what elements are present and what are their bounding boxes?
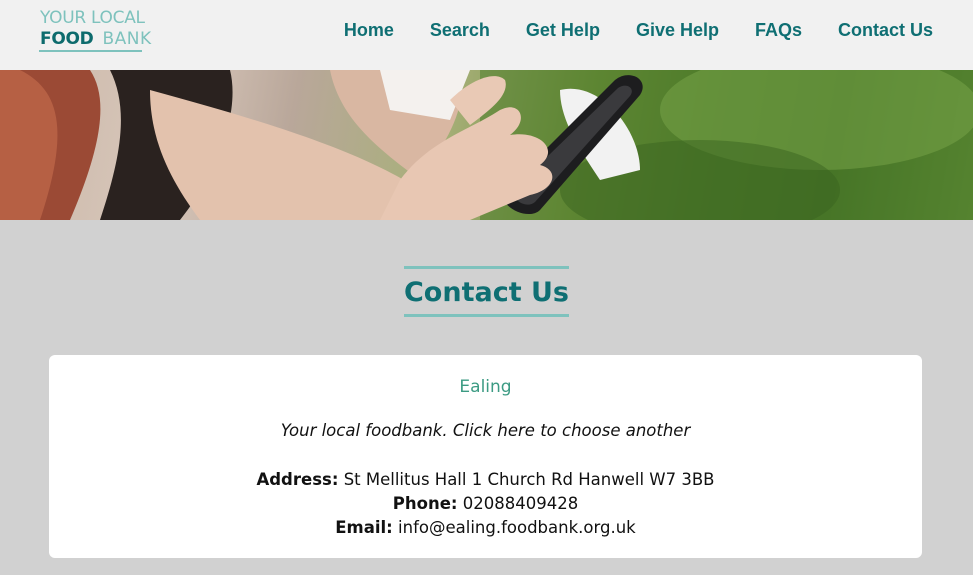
- site-header: YOUR LOCAL FOOD BANK Home Search Get Help…: [0, 0, 973, 70]
- address-line: Address: St Mellitus Hall 1 Church Rd Ha…: [49, 468, 922, 492]
- phone-value[interactable]: 02088409428: [463, 494, 578, 513]
- email-value[interactable]: info@ealing.foodbank.org.uk: [398, 518, 636, 537]
- logo-underline: [39, 50, 142, 52]
- page-title: Contact Us: [403, 266, 570, 317]
- foodbank-contact-card: Ealing Your local foodbank. Click here t…: [49, 355, 922, 558]
- page-title-wrapper: Contact Us: [0, 266, 973, 317]
- logo-text-top: YOUR LOCAL: [40, 8, 145, 28]
- logo-text-bank: BANK: [102, 29, 152, 49]
- nav-search[interactable]: Search: [430, 19, 490, 41]
- phone-label: Phone:: [392, 494, 458, 513]
- nav-faqs[interactable]: FAQs: [755, 19, 802, 41]
- hero-image: [0, 70, 973, 220]
- hero-photo-illustration: [0, 70, 973, 220]
- site-logo[interactable]: YOUR LOCAL FOOD BANK: [39, 7, 151, 53]
- main-nav: Home Search Get Help Give Help FAQs Cont…: [308, 19, 933, 41]
- nav-home[interactable]: Home: [344, 19, 394, 41]
- phone-line: Phone: 02088409428: [49, 492, 922, 516]
- email-line: Email: info@ealing.foodbank.org.uk: [49, 516, 922, 540]
- nav-contact-us[interactable]: Contact Us: [838, 19, 933, 41]
- nav-give-help[interactable]: Give Help: [636, 19, 719, 41]
- foodbank-name: Ealing: [459, 377, 512, 397]
- logo-text-food: FOOD: [40, 29, 94, 49]
- address-label: Address:: [256, 470, 339, 489]
- address-value: St Mellitus Hall 1 Church Rd Hanwell W7 …: [343, 470, 715, 489]
- nav-get-help[interactable]: Get Help: [526, 19, 600, 41]
- logo-text-bottom: FOOD BANK: [40, 30, 152, 48]
- choose-foodbank-link[interactable]: Your local foodbank. Click here to choos…: [49, 421, 922, 440]
- email-label: Email:: [335, 518, 393, 537]
